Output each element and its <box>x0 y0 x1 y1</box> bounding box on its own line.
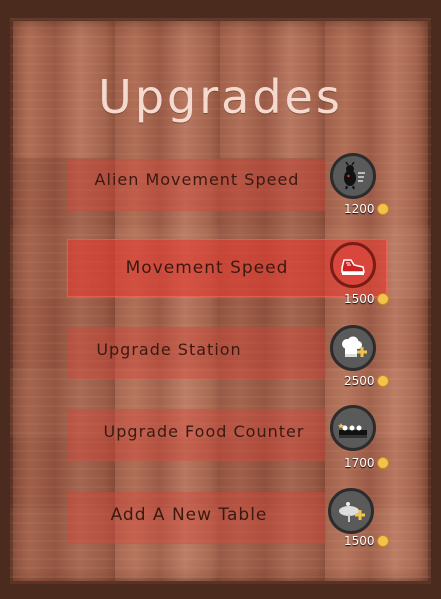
table-plus-icon[interactable] <box>328 488 374 534</box>
upgrade-row-upgrade-food-counter[interactable]: Upgrade Food Counter 1700 <box>10 405 431 475</box>
upgrade-label: Add A New Table <box>110 505 268 525</box>
wood-board: Upgrades Alien Movement Speed 1200 Movem… <box>10 18 431 584</box>
upgrade-row-upgrade-station[interactable]: Upgrade Station 2500 <box>10 323 431 393</box>
upgrade-row-alien-movement-speed[interactable]: Alien Movement Speed 1200 <box>10 153 431 223</box>
coin-icon <box>376 293 389 305</box>
upgrade-panel-frame: Upgrades Alien Movement Speed 1200 Movem… <box>0 0 441 599</box>
upgrade-label: Movement Speed <box>125 258 289 278</box>
upgrade-price: 2500 <box>344 374 389 388</box>
coin-icon <box>376 203 389 215</box>
upgrade-label: Upgrade Station <box>96 340 242 359</box>
sneaker-icon[interactable] <box>330 242 376 288</box>
upgrade-label: Alien Movement Speed <box>94 170 300 189</box>
upgrade-price: 1200 <box>344 202 389 216</box>
coin-icon <box>376 535 389 547</box>
upgrade-price: 1500 <box>344 292 389 306</box>
chef-hat-plus-icon[interactable] <box>330 325 376 371</box>
upgrade-price: 1500 <box>344 534 389 548</box>
page-title: Upgrades <box>98 70 343 124</box>
alien-speed-icon[interactable] <box>330 153 376 199</box>
upgrade-label: Upgrade Food Counter <box>103 422 305 441</box>
coin-icon <box>376 375 389 387</box>
coin-icon <box>376 457 389 469</box>
upgrade-row-add-a-new-table[interactable]: Add A New Table 1500 <box>10 488 431 558</box>
food-counter-icon[interactable] <box>330 405 376 451</box>
upgrade-price: 1700 <box>344 456 389 470</box>
upgrade-row-movement-speed[interactable]: Movement Speed 1500 <box>10 240 431 310</box>
